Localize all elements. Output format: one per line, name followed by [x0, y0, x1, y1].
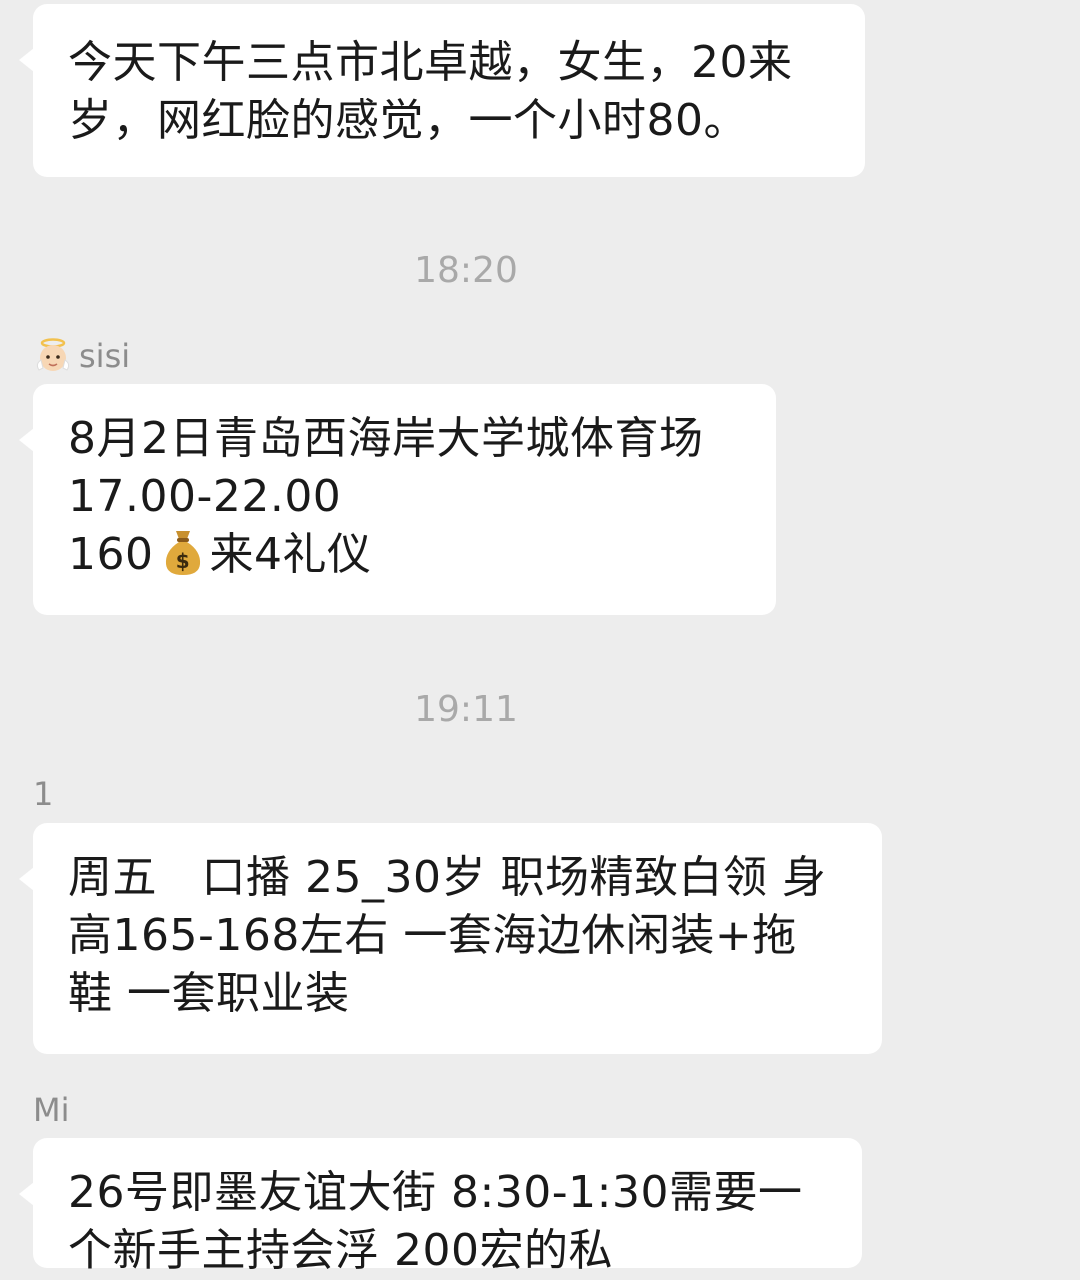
sender-name: sisi	[79, 337, 131, 375]
svg-text:$: $	[176, 549, 190, 573]
money-bag-icon: $	[161, 527, 205, 577]
message-text-line: 周五 口播 25_30岁 职场精致白领 身	[68, 852, 827, 903]
message-text-fragment: 160	[68, 529, 154, 580]
message-text-fragment: 来4礼仪	[209, 529, 372, 580]
message-bubble[interactable]: 周五 口播 25_30岁 职场精致白领 身 高165-168左右 一套海边休闲装…	[19, 823, 882, 1054]
sender-name-row: sisi	[33, 336, 130, 376]
message-text-line: 160 $ 来4礼仪	[68, 526, 740, 584]
message-bubble[interactable]: 26号即墨友谊大街 8:30-1:30需要一 个新手主持会浮 200宏的私	[19, 1138, 862, 1276]
timestamp: 18:20	[414, 250, 518, 291]
message-text-line: 17.00-22.00	[68, 471, 342, 522]
sender-name: Mi	[33, 1091, 70, 1129]
message-text-line: 个新手主持会浮 200宏的私	[68, 1225, 613, 1276]
message-bubble[interactable]: 今天下午三点市北卓越，女生，20来 岁，网红脸的感觉，一个小时80。	[19, 4, 865, 177]
message-text-line: 今天下午三点市北卓越，女生，20来	[68, 37, 793, 88]
message-text-line: 8月2日青岛西海岸大学城体育场	[68, 413, 704, 464]
message-text-line: 26号即墨友谊大街 8:30-1:30需要一	[68, 1167, 803, 1218]
sender-name-row: Mi	[33, 1091, 70, 1129]
message-text-line: 鞋 一套职业装	[68, 968, 350, 1019]
chat-message-list[interactable]: 今天下午三点市北卓越，女生，20来 岁，网红脸的感觉，一个小时80。 18:20…	[0, 0, 1080, 1276]
sender-name: 1	[33, 775, 54, 813]
message-bubble[interactable]: 8月2日青岛西海岸大学城体育场 17.00-22.00 160 $ 来4礼仪	[19, 384, 776, 615]
baby-angel-icon	[33, 336, 73, 376]
sender-name-row: 1	[33, 775, 53, 813]
message-text-line: 高165-168左右 一套海边休闲装+拖	[68, 910, 797, 961]
timestamp: 19:11	[414, 689, 518, 730]
message-text-line: 岁，网红脸的感觉，一个小时80。	[68, 95, 748, 146]
